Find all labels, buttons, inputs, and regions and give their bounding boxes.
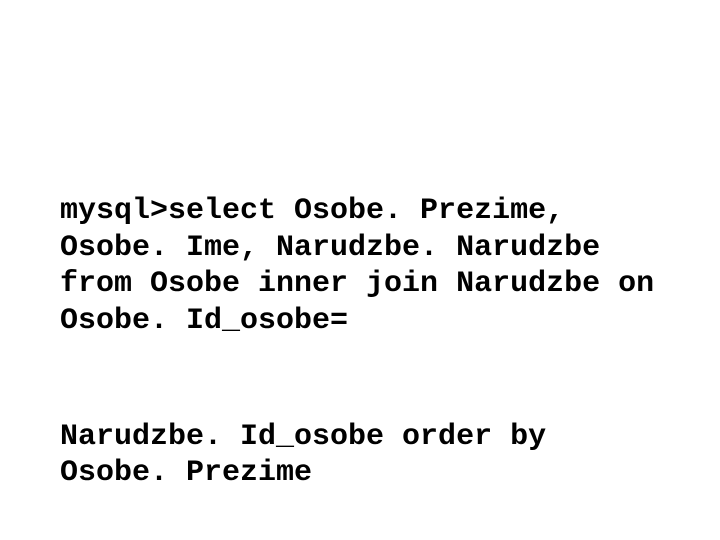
document-page: mysql>select Osobe. Prezime, Osobe. Ime,…: [0, 0, 720, 540]
sql-line-2: Narudzbe. Id_osobe order by Osobe. Prezi…: [60, 419, 660, 492]
sql-statement-block: mysql>select Osobe. Prezime, Osobe. Ime,…: [60, 120, 660, 540]
sql-line-1: mysql>select Osobe. Prezime, Osobe. Ime,…: [60, 193, 660, 339]
